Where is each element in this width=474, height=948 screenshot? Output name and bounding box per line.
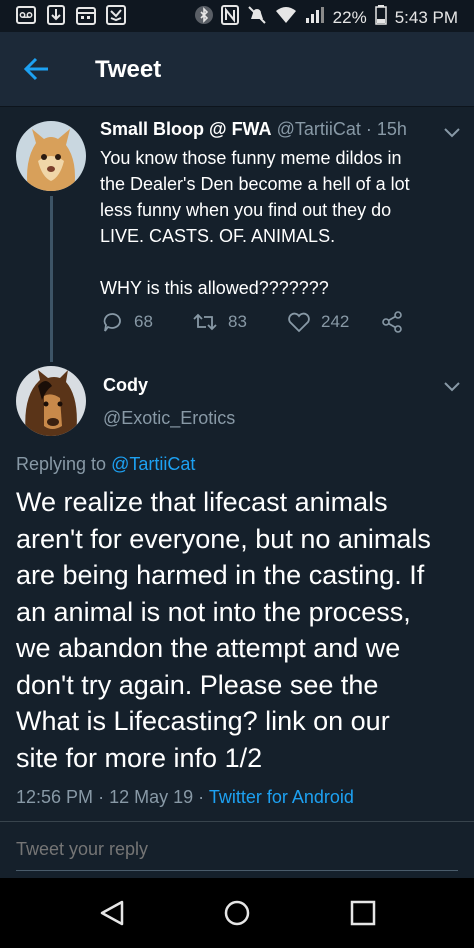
tweet-date: 12 May 19 xyxy=(109,787,194,807)
reply-count: 68 xyxy=(134,312,153,331)
back-arrow-icon[interactable] xyxy=(22,54,52,84)
chevron-down-icon[interactable] xyxy=(443,380,461,392)
tweet-text-line: WHY is this allowed??????? xyxy=(100,278,329,298)
main-tweet-text: We realize that lifecast animals aren't … xyxy=(16,484,466,776)
heart-icon xyxy=(288,312,310,333)
like-count: 242 xyxy=(321,312,350,331)
chevron-down-icon[interactable] xyxy=(443,126,461,138)
reply-underline xyxy=(16,870,458,871)
wifi-icon xyxy=(275,6,297,29)
replying-to-link[interactable]: @TartiiCat xyxy=(111,454,195,474)
author-name[interactable]: Cody xyxy=(103,375,148,396)
bluetooth-icon xyxy=(194,6,213,29)
signal-icon xyxy=(305,6,325,29)
tweet-text-line: are being harmed in the casting. If xyxy=(16,560,425,590)
system-nav-bar xyxy=(0,878,474,948)
replying-to: Replying to @TartiiCat xyxy=(16,454,195,475)
tweet-meta: 12:56 PM · 12 May 19 · Twitter for Andro… xyxy=(16,787,354,808)
page-title: Tweet xyxy=(95,56,162,83)
tweet-text-line: less funny when you find out they do xyxy=(100,200,392,220)
reply-icon xyxy=(103,313,121,332)
status-bar: 22% 5:43 PM xyxy=(0,0,474,32)
retweet-icon xyxy=(193,313,217,331)
author-handle[interactable]: @TartiiCat xyxy=(277,119,361,139)
tweet-text-line: an animal is not into the process, xyxy=(16,596,411,627)
thread-connector xyxy=(50,196,53,362)
tweet-text-line: You know those funny meme dildos in xyxy=(100,148,402,168)
tweet-text-line: What is Lifecasting? link on our xyxy=(16,706,390,736)
battery-icon xyxy=(374,5,387,30)
send-icon xyxy=(106,5,126,25)
calendar-icon xyxy=(76,5,96,25)
tweet-age: · 15h xyxy=(365,119,407,139)
tweet-text-line: LIVE. CASTS. OF. ANIMALS. xyxy=(100,226,336,246)
battery-percent: 22% xyxy=(332,7,367,27)
share-button[interactable] xyxy=(381,311,403,333)
tweet-text-line: the Dealer's Den become a hell of a lot xyxy=(100,174,410,194)
tweet-time: 12:56 PM xyxy=(16,787,94,807)
tweet-text-line xyxy=(100,249,440,275)
tweet-source-link[interactable]: Twitter for Android xyxy=(209,787,354,807)
tweet-text-line: aren't for everyone, but no animals xyxy=(16,523,431,554)
tweet-text-line: We realize that lifecast animals xyxy=(16,487,388,517)
like-button[interactable]: 242 xyxy=(287,311,349,333)
mute-icon xyxy=(247,5,267,30)
avatar-cody[interactable] xyxy=(16,366,86,436)
nfc-icon xyxy=(220,5,239,30)
download-icon xyxy=(46,5,66,25)
nav-recents-icon[interactable] xyxy=(348,898,378,928)
tweet-actions: 68 83 242 xyxy=(100,311,420,337)
reply-input[interactable] xyxy=(16,839,456,860)
app-bar: Tweet xyxy=(0,32,474,107)
nav-back-icon[interactable] xyxy=(98,898,128,928)
tweet-text-line: site for more info 1/2 xyxy=(16,742,263,773)
meta-separator: · xyxy=(198,787,205,807)
author-handle[interactable]: @Exotic_Erotics xyxy=(103,408,235,429)
nav-home-icon[interactable] xyxy=(222,898,252,928)
parent-tweet-text: You know those funny meme dildos in the … xyxy=(100,145,440,301)
tweet-text-line: don't try again. Please see the xyxy=(16,669,379,700)
replying-prefix: Replying to xyxy=(16,454,107,474)
retweet-button[interactable]: 83 xyxy=(192,311,247,333)
clock: 5:43 PM xyxy=(394,7,458,27)
parent-tweet-header: Small Bloop @ FWA @TartiiCat · 15h xyxy=(100,119,407,140)
author-name[interactable]: Small Bloop @ FWA xyxy=(100,119,272,139)
retweet-count: 83 xyxy=(228,312,247,331)
notification-icons xyxy=(16,5,126,25)
tweet-text-line: we abandon the attempt and we xyxy=(16,633,401,663)
meta-separator: · xyxy=(98,787,105,807)
system-status: 22% 5:43 PM xyxy=(194,5,458,30)
avatar-small-bloop[interactable] xyxy=(16,121,86,191)
voicemail-icon xyxy=(16,5,36,25)
reply-button[interactable]: 68 xyxy=(102,311,153,333)
share-icon xyxy=(382,311,402,333)
